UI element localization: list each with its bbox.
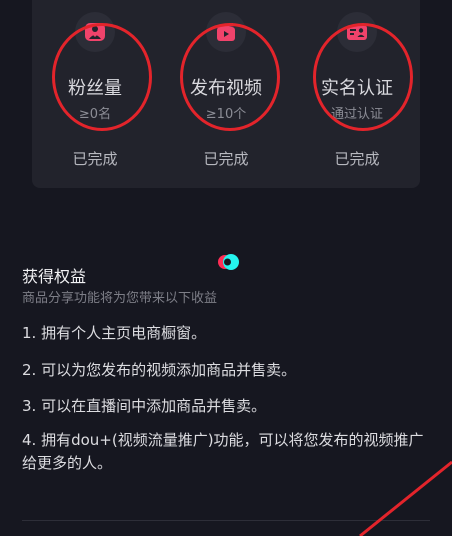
annotation-arrow xyxy=(359,460,452,536)
